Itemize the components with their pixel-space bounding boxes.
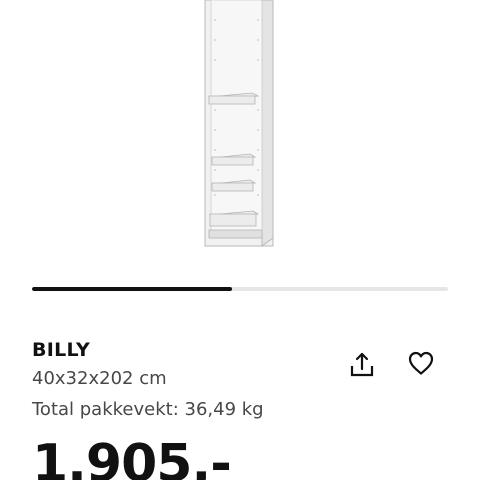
product-name: BILLY — [32, 339, 91, 361]
carousel-progress-indicator — [32, 287, 232, 291]
product-dimensions: 40x32x202 cm — [32, 368, 167, 389]
bookcase-illustration — [204, 0, 274, 247]
heart-icon — [408, 351, 434, 375]
favourite-button[interactable] — [403, 345, 439, 381]
image-carousel-progress[interactable] — [32, 287, 448, 291]
package-weight: Total pakkevekt: 36,49 kg — [32, 399, 264, 420]
share-button[interactable] — [344, 346, 380, 382]
product-image[interactable] — [0, 0, 480, 262]
share-icon — [350, 352, 374, 377]
product-price: 1.905,- — [32, 434, 232, 480]
